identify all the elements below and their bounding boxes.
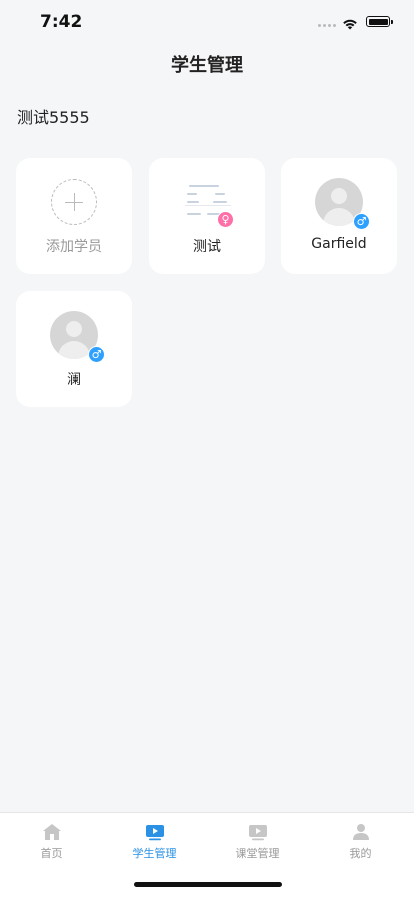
wifi-icon [342,15,358,34]
student-card[interactable]: ♂ Garfield [281,158,397,274]
tab-label: 首页 [40,847,63,860]
home-icon [42,823,62,841]
status-time: 7:42 [40,12,83,32]
student-name: Garfield [311,236,367,252]
page-title: 学生管理 [171,55,243,76]
profile-icon [351,823,371,841]
student-play-icon [145,823,165,841]
battery-icon [366,16,393,27]
status-bar: 7:42 [0,0,414,44]
class-name: 测试5555 [17,108,90,127]
tab-label: 课堂管理 [235,847,280,860]
tab-student-management[interactable]: 学生管理 [103,821,206,861]
male-icon: ♂ [353,213,370,230]
female-icon: ♀ [217,211,234,228]
student-card[interactable]: ♀ 测试 [149,158,265,274]
plus-icon [51,179,97,225]
tab-label: 我的 [349,847,372,860]
tab-mine[interactable]: 我的 [309,821,412,861]
student-name: 测试 [193,239,221,255]
student-card[interactable]: ♂ 澜 [16,291,132,407]
tab-classroom-management[interactable]: 课堂管理 [206,821,309,861]
cellular-signal-icon [318,24,336,27]
classroom-play-icon [248,823,268,841]
tab-label: 学生管理 [132,847,177,860]
add-student-label: 添加学员 [46,239,102,255]
nav-bar: 学生管理 [0,44,414,88]
add-student-card[interactable]: 添加学员 [16,158,132,274]
tab-home[interactable]: 首页 [0,821,103,861]
home-indicator [134,882,282,887]
student-name: 澜 [67,372,81,388]
male-icon: ♂ [88,346,105,363]
